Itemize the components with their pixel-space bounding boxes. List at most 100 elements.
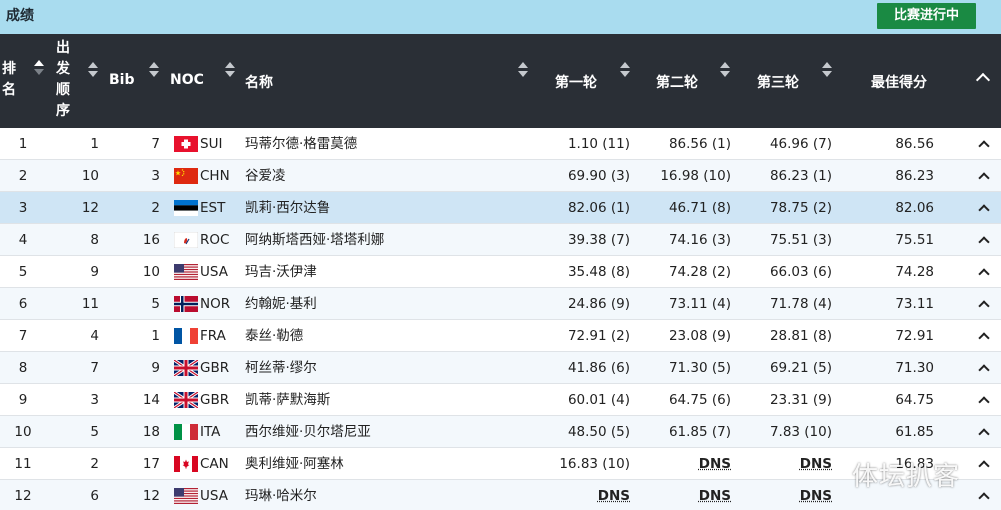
- table-row[interactable]: 4 8 16 ROC 阿纳斯塔西娅·塔塔利娜 39.38 (7) 74.16 (3) 75.5…: [0, 224, 1001, 256]
- bib-cell: 2: [151, 200, 160, 216]
- chevron-up-icon[interactable]: [978, 396, 990, 408]
- chevron-up-icon[interactable]: [978, 268, 990, 280]
- round2-score-cell: DNS: [698, 488, 731, 504]
- round3-score-cell: 75.51 (3): [769, 232, 832, 248]
- watermark: 体坛扒客: [852, 462, 961, 492]
- round3-score-cell: DNS: [799, 456, 832, 472]
- best-score-cell: 74.28: [895, 264, 934, 280]
- round1-score-cell: 24.86 (9): [567, 296, 630, 312]
- chevron-up-icon[interactable]: [975, 72, 991, 88]
- athlete-name-cell: 约翰妮·基利: [245, 296, 317, 312]
- bib-sort-icon[interactable]: [149, 62, 159, 78]
- table-row[interactable]: 10 5 18 ITA 西尔维娅·贝尔塔尼亚 48.50 (5) 61.85 (7) 7.83…: [0, 416, 1001, 448]
- table-row[interactable]: 7 4 1 FRA 泰丝·勒德 72.91 (2) 23.08 (9) 28.81 (8) 72…: [0, 320, 1001, 352]
- round1-header[interactable]: 第一轮: [555, 72, 597, 92]
- start-order-header[interactable]: 出 发 顺 序: [56, 38, 70, 122]
- best-score-cell: 72.91: [895, 328, 934, 344]
- round1-score-cell: 72.91 (2): [567, 328, 630, 344]
- start-order-cell: 7: [90, 360, 99, 376]
- table-row[interactable]: 3 12 2 EST 凯莉·西尔达鲁 82.06 (1) 46.71 (8) 78.75 (2…: [0, 192, 1001, 224]
- round3-sort-icon[interactable]: [822, 62, 832, 78]
- start-order-cell: 5: [90, 424, 99, 440]
- chevron-up-icon[interactable]: [978, 236, 990, 248]
- bib-cell: 12: [142, 488, 160, 504]
- start-order-cell: 11: [81, 296, 99, 312]
- chevron-up-icon[interactable]: [978, 460, 990, 472]
- table-row[interactable]: 9 3 14 GBR 凯蒂·萨默海斯 60.01 (4) 64.75 (6) 23.31 (9…: [0, 384, 1001, 416]
- table-row[interactable]: 2 10 3 CHN 谷爱凌 69.90 (3) 16.98 (10) 86.23 (1) 86…: [0, 160, 1001, 192]
- noc-sort-icon[interactable]: [225, 62, 235, 78]
- chevron-up-icon[interactable]: [978, 204, 990, 216]
- round2-score-cell: 73.11 (4): [668, 296, 731, 312]
- bib-cell: 18: [142, 424, 160, 440]
- round3-header[interactable]: 第三轮: [757, 72, 799, 92]
- chevron-up-icon[interactable]: [978, 332, 990, 344]
- athlete-name-cell: 凯蒂·萨默海斯: [245, 392, 331, 408]
- start-order-cell: 6: [90, 488, 99, 504]
- best-score-cell: 86.23: [895, 168, 934, 184]
- round3-score-cell: 86.23 (1): [769, 168, 832, 184]
- round3-score-cell: 69.21 (5): [769, 360, 832, 376]
- round2-score-cell: 71.30 (5): [668, 360, 731, 376]
- live-status-badge[interactable]: 比赛进行中: [877, 3, 976, 29]
- start-order-sort-icon[interactable]: [88, 62, 98, 78]
- round1-score-cell: DNS: [597, 488, 630, 504]
- bib-cell: 1: [151, 328, 160, 344]
- bib-cell: 16: [142, 232, 160, 248]
- table-row[interactable]: 6 11 5 NOR 约翰妮·基利 24.86 (9) 73.11 (4) 71.78 (4)…: [0, 288, 1001, 320]
- rank-sort-icon[interactable]: [34, 60, 44, 76]
- chevron-up-icon[interactable]: [978, 428, 990, 440]
- usa-flag-icon: [174, 264, 198, 280]
- bib-header[interactable]: Bib: [109, 72, 135, 88]
- chevron-up-icon[interactable]: [978, 364, 990, 376]
- round3-score-cell: 23.31 (9): [769, 392, 832, 408]
- est-flag-icon: [174, 200, 198, 216]
- table-row[interactable]: 11 2 17 CAN 奥利维娅·阿塞林 16.83 (10) DNS DNS 16.83: [0, 448, 1001, 480]
- noc-header[interactable]: NOC: [170, 72, 204, 88]
- roc-flag-icon: [173, 231, 199, 249]
- rank-cell: 8: [18, 360, 28, 376]
- rank-cell: 1: [18, 136, 28, 152]
- best-score-cell: 71.30: [895, 360, 934, 376]
- bib-cell: 3: [151, 168, 160, 184]
- name-header[interactable]: 名称: [245, 72, 273, 92]
- round1-score-cell: 48.50 (5): [567, 424, 630, 440]
- noc-cell: NOR: [200, 296, 231, 312]
- noc-cell: CAN: [200, 456, 229, 472]
- rank-cell: 4: [18, 232, 28, 248]
- round2-score-cell: DNS: [698, 456, 731, 472]
- rank-header[interactable]: 排 名: [2, 59, 16, 101]
- chevron-up-icon[interactable]: [978, 140, 990, 152]
- noc-cell: USA: [200, 264, 228, 280]
- noc-cell: SUI: [200, 136, 223, 152]
- round3-score-cell: 46.96 (7): [769, 136, 832, 152]
- athlete-name-cell: 奥利维娅·阿塞林: [245, 456, 344, 472]
- best-score-cell: 75.51: [895, 232, 934, 248]
- round2-sort-icon[interactable]: [720, 62, 730, 78]
- rank-cell: 9: [18, 392, 28, 408]
- start-order-cell: 1: [90, 136, 99, 152]
- gbr-flag-icon: [173, 358, 199, 378]
- results-table-body: 1 1 7 SUI 玛蒂尔德·格雷莫德 1.10 (11) 86.56 (1) 46.96 (…: [0, 128, 1001, 510]
- round2-header[interactable]: 第二轮: [656, 72, 698, 92]
- chevron-up-icon[interactable]: [978, 300, 990, 312]
- round1-sort-icon[interactable]: [620, 62, 630, 78]
- table-row[interactable]: 12 6 12 USA 玛琳·哈米尔 DNS DNS DNS: [0, 480, 1001, 510]
- bib-cell: 9: [151, 360, 160, 376]
- chevron-up-icon[interactable]: [978, 172, 990, 184]
- start-order-cell: 10: [81, 168, 99, 184]
- bib-cell: 5: [151, 296, 160, 312]
- start-order-cell: 9: [90, 264, 99, 280]
- table-row[interactable]: 8 7 9 GBR 柯丝蒂·缪尔 41.86 (6) 71.30 (5) 69.21 (5) 7…: [0, 352, 1001, 384]
- ita-flag-icon: [174, 424, 198, 440]
- table-row[interactable]: 5 9 10 USA 玛吉·沃伊津 35.48 (8) 74.28 (2) 66.03 (6)…: [0, 256, 1001, 288]
- rank-cell: 2: [18, 168, 28, 184]
- chevron-up-icon[interactable]: [978, 492, 990, 504]
- table-row[interactable]: 1 1 7 SUI 玛蒂尔德·格雷莫德 1.10 (11) 86.56 (1) 46.96 (…: [0, 128, 1001, 160]
- round1-score-cell: 41.86 (6): [567, 360, 630, 376]
- best-score-header[interactable]: 最佳得分: [871, 72, 927, 92]
- round3-score-cell: 28.81 (8): [769, 328, 832, 344]
- noc-cell: USA: [200, 488, 228, 504]
- name-sort-icon[interactable]: [518, 62, 528, 78]
- round1-score-cell: 60.01 (4): [567, 392, 630, 408]
